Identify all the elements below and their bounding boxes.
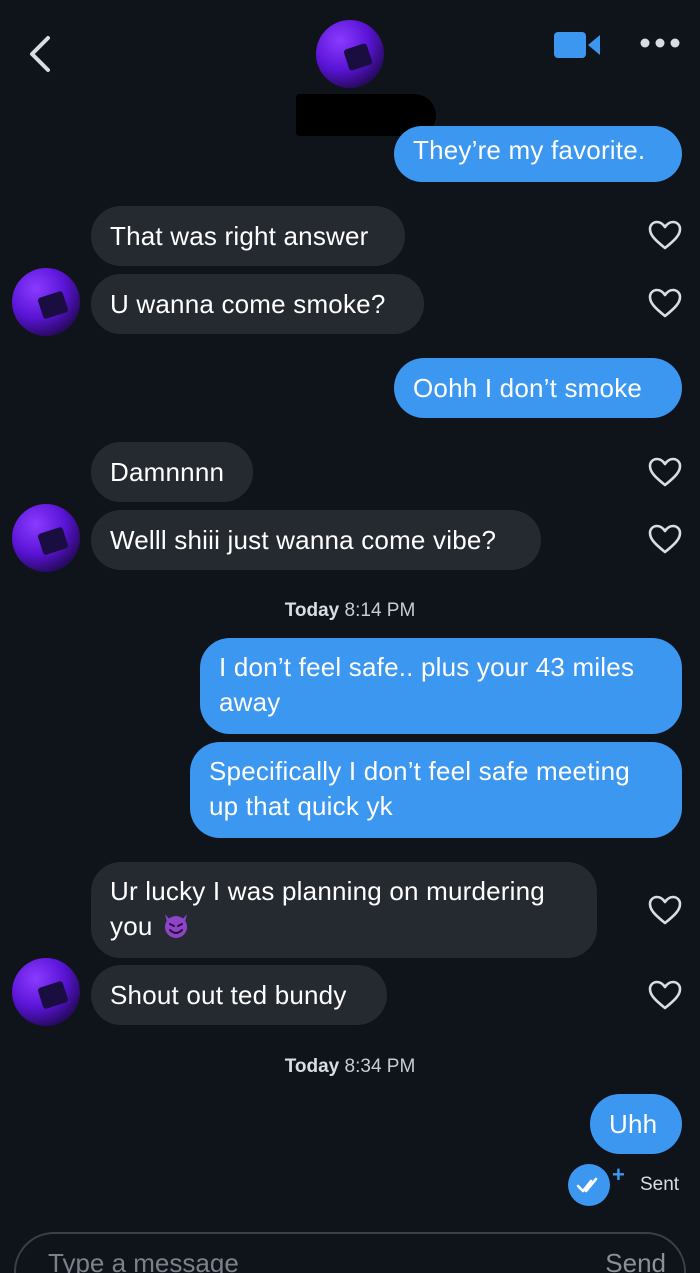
message-text: Uhh: [609, 1108, 658, 1139]
message-incoming[interactable]: Ur lucky I was planning on murdering you: [91, 862, 597, 958]
message-outgoing[interactable]: They’re my favorite.: [394, 126, 682, 182]
timestamp-day: Today: [284, 600, 340, 621]
chevron-left-icon[interactable]: [26, 34, 56, 74]
timestamp: Today 8:34 PM: [0, 1056, 700, 1078]
message-text: Shout out ted bundy: [110, 979, 347, 1010]
message-incoming[interactable]: Shout out ted bundy: [91, 965, 387, 1025]
contact-avatar[interactable]: [12, 958, 80, 1026]
chat-header: [0, 0, 700, 138]
message-incoming[interactable]: Damnnnn: [91, 442, 253, 502]
message-text: Damnnnn: [110, 456, 225, 487]
message-text: Specifically I don’t feel safe meeting u…: [209, 756, 630, 821]
contact-avatar[interactable]: [12, 504, 80, 572]
heart-icon[interactable]: [648, 980, 682, 1010]
message-outgoing[interactable]: I don’t feel safe.. plus your 43 miles a…: [200, 638, 682, 734]
message-text: Welll shiii just wanna come vibe?: [110, 524, 497, 555]
message-text: Oohh I don’t smoke: [413, 372, 643, 403]
message-input[interactable]: [48, 1248, 528, 1273]
message-outgoing[interactable]: Specifically I don’t feel safe meeting u…: [190, 742, 682, 838]
message-incoming[interactable]: Welll shiii just wanna come vibe?: [91, 510, 541, 570]
heart-icon[interactable]: [648, 895, 682, 925]
contact-avatar[interactable]: [12, 268, 80, 336]
smiling-devil-emoji-icon: [164, 914, 187, 938]
contact-avatar[interactable]: [316, 20, 384, 88]
plus-icon[interactable]: +: [612, 1162, 625, 1188]
message-text: I don’t feel safe.. plus your 43 miles a…: [219, 652, 635, 717]
message-incoming[interactable]: That was right answer: [91, 206, 405, 266]
heart-icon[interactable]: [648, 457, 682, 487]
message-text: They’re my favorite.: [413, 135, 646, 165]
heart-icon[interactable]: [648, 288, 682, 318]
message-text: That was right answer: [110, 220, 369, 251]
timestamp-day: Today: [284, 1056, 340, 1077]
timestamp-time: 8:14 PM: [344, 600, 416, 621]
message-text: Ur lucky I was planning on murdering you: [110, 876, 545, 941]
heart-icon[interactable]: [648, 524, 682, 554]
sent-status: Sent: [640, 1174, 680, 1195]
message-outgoing[interactable]: Oohh I don’t smoke: [394, 358, 682, 418]
message-text: U wanna come smoke?: [110, 288, 386, 319]
message-composer: Send: [14, 1232, 686, 1273]
message-incoming[interactable]: U wanna come smoke?: [91, 274, 424, 334]
heart-icon[interactable]: [648, 220, 682, 250]
send-button[interactable]: Send: [605, 1248, 666, 1273]
read-receipt-icon: [568, 1164, 610, 1206]
timestamp: Today 8:14 PM: [0, 600, 700, 622]
video-camera-icon[interactable]: [554, 30, 602, 60]
timestamp-time: 8:34 PM: [344, 1056, 416, 1077]
message-outgoing[interactable]: Uhh: [590, 1094, 682, 1154]
ellipsis-icon[interactable]: [640, 36, 680, 50]
